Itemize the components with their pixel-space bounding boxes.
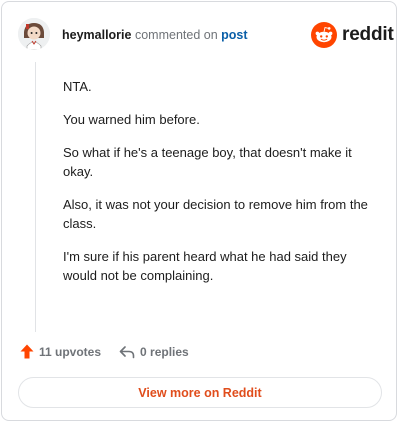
reddit-logo[interactable]: reddit xyxy=(311,22,394,48)
upvote-button[interactable]: 11 upvotes xyxy=(20,344,101,359)
comment-embed-card: heymallorie commented on post reddit NTA… xyxy=(1,1,397,421)
comment-header: heymallorie commented on post xyxy=(62,27,248,43)
comment-paragraph: Also, it was not your decision to remove… xyxy=(63,197,368,231)
reply-arrow-icon xyxy=(119,345,135,358)
avatar-icon xyxy=(18,18,50,50)
reply-button[interactable]: 0 replies xyxy=(119,345,189,359)
user-avatar[interactable] xyxy=(18,18,50,50)
comment-paragraph: I'm sure if his parent heard what he had… xyxy=(63,249,347,283)
view-more-on-reddit-button[interactable]: View more on Reddit xyxy=(18,377,382,408)
comment-body: NTA. You warned him before. So what if h… xyxy=(63,77,379,299)
reddit-alien-icon xyxy=(311,22,337,48)
comment-paragraph: So what if he's a teenage boy, that does… xyxy=(63,145,352,179)
reddit-wordmark: reddit xyxy=(342,24,394,45)
comment-paragraph: You warned him before. xyxy=(63,112,200,127)
comment-actions: 11 upvotes 0 replies xyxy=(20,344,189,359)
post-link[interactable]: post xyxy=(221,28,247,42)
reply-count: 0 replies xyxy=(140,344,189,359)
username[interactable]: heymallorie xyxy=(62,28,131,42)
thread-line xyxy=(35,62,36,332)
comment-paragraph: NTA. xyxy=(63,79,92,94)
upvote-count: 11 upvotes xyxy=(39,344,102,359)
upvote-arrow-icon xyxy=(20,344,34,359)
commented-on-text: commented on xyxy=(134,28,218,42)
